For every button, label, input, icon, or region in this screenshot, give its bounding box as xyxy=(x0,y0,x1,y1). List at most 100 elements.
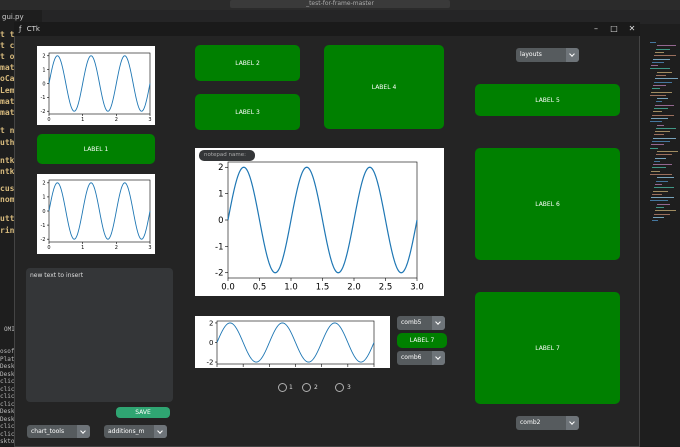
label-5: LABEL 5 xyxy=(475,84,620,116)
close-button[interactable]: ✕ xyxy=(622,22,642,36)
wide-plot-chart: 2 0 -2 xyxy=(207,319,375,367)
additions-value: additions_m xyxy=(108,428,145,435)
minimap-line xyxy=(650,42,656,43)
minimize-button[interactable]: – xyxy=(586,22,606,36)
text-box[interactable]: new text to insert xyxy=(26,268,173,402)
x-tick-label: 2 xyxy=(115,117,118,123)
minimap-line xyxy=(653,216,664,218)
comb5-value: comb5 xyxy=(401,319,422,326)
chevron-down-icon[interactable] xyxy=(566,416,579,430)
minimap-line xyxy=(657,124,664,126)
label-7: LABEL 7 xyxy=(475,292,620,404)
x-tick-label: 1.5 xyxy=(316,283,330,293)
minimap-line xyxy=(653,164,672,166)
maximize-button[interactable]: □ xyxy=(604,22,624,36)
x-tick-label: 3 xyxy=(148,117,151,123)
save-button[interactable]: SAVE xyxy=(116,407,170,418)
minimap-line xyxy=(656,180,668,182)
minimap-line xyxy=(652,141,670,142)
chevron-down-icon[interactable] xyxy=(566,48,579,62)
minimap-line xyxy=(652,88,660,90)
minimap-line xyxy=(651,197,674,199)
chevron-down-icon[interactable] xyxy=(154,425,167,438)
y-tick-label: 0 xyxy=(209,339,213,347)
minimap-line xyxy=(655,157,666,159)
small-plot-bottom-chart: 210-1-20 1 2 3 xyxy=(41,179,152,251)
minimap-line xyxy=(655,78,678,80)
label-1: LABEL 1 xyxy=(37,134,155,164)
minimap-line xyxy=(656,48,670,50)
minimap-line xyxy=(656,207,664,208)
wide-plot: 2 0 -2 xyxy=(195,316,390,368)
x-tick-label: 1.0 xyxy=(284,283,298,293)
comb2-combo[interactable]: comb2 xyxy=(516,416,579,430)
comb5-combo[interactable]: comb5 xyxy=(397,316,445,330)
chevron-down-icon[interactable] xyxy=(432,316,445,330)
chart-tools-value: chart_tools xyxy=(31,428,65,435)
minimap-line xyxy=(656,127,676,129)
chevron-down-icon[interactable] xyxy=(432,351,445,365)
code-line: oCa xyxy=(0,74,15,83)
minimap-line xyxy=(652,114,674,116)
sine-series-line xyxy=(216,322,375,363)
radio-1-label: 1 xyxy=(289,384,293,391)
layouts-combo[interactable]: layouts xyxy=(516,48,579,62)
minimap-line xyxy=(653,137,676,139)
minimap-line xyxy=(653,111,662,113)
minimap-line xyxy=(654,213,670,215)
x-tick-label: 2.0 xyxy=(347,283,361,293)
label-3: LABEL 3 xyxy=(195,94,300,130)
x-tick-label: 3.0 xyxy=(410,283,424,293)
minimap-line xyxy=(657,203,670,205)
comb6-combo[interactable]: comb6 xyxy=(397,351,445,365)
label-2: LABEL 2 xyxy=(195,45,300,81)
minimap-line xyxy=(655,183,662,185)
minimap-line xyxy=(652,220,658,222)
label-7-small: LABEL 7 xyxy=(397,333,447,348)
minimap-line xyxy=(657,150,678,152)
y-tick-label: 2 xyxy=(218,163,223,173)
minimap-line xyxy=(656,101,662,103)
y-tick-label: 1 xyxy=(42,67,45,73)
x-tick-label: 0 xyxy=(47,245,50,251)
code-line: t c xyxy=(0,41,15,50)
small-plot-top: 2 1 0 -1 -2 0 1 2 3 xyxy=(37,46,155,125)
sine-series-line xyxy=(48,182,151,240)
radio-2[interactable] xyxy=(302,383,311,392)
minimap-line xyxy=(652,61,664,63)
radio-3-label: 3 xyxy=(347,384,351,391)
minimap-line xyxy=(654,187,674,189)
minimap-line xyxy=(650,174,672,175)
minimap-line xyxy=(650,121,662,123)
y-tick-label: 0 xyxy=(218,216,223,226)
comb6-value: comb6 xyxy=(401,354,422,361)
radio-3[interactable] xyxy=(335,383,344,392)
ide-tab-label: gui.py xyxy=(2,13,24,21)
y-tick-label: -2 xyxy=(41,237,46,243)
radio-1[interactable] xyxy=(278,383,287,392)
additions-combo[interactable]: additions_m xyxy=(104,425,167,438)
y-tick-label: 2 xyxy=(209,319,213,327)
minimap-line xyxy=(654,81,672,83)
minimap-line xyxy=(651,65,658,67)
minimap-line xyxy=(656,75,666,76)
minimap-line xyxy=(651,91,672,93)
x-tick-label: 2.5 xyxy=(379,283,393,293)
minimap-line xyxy=(651,170,660,172)
y-tick-label: -2 xyxy=(207,358,214,366)
y-tick-label: -1 xyxy=(41,223,46,229)
minimap-line xyxy=(651,117,668,119)
chevron-down-icon[interactable] xyxy=(77,425,90,438)
chart-tools-combo[interactable]: chart_tools xyxy=(27,425,90,438)
minimap-line xyxy=(657,98,668,100)
y-tick-label: 0 xyxy=(42,209,45,215)
x-tick-label: 2 xyxy=(115,245,118,251)
minimap-line xyxy=(655,51,664,53)
window-titlebar: ƒ CTk xyxy=(14,22,640,36)
sine-series-line xyxy=(48,55,151,112)
minimap-line xyxy=(654,55,676,57)
ide-command-center[interactable]: _test-for-frame-master xyxy=(230,0,450,8)
notepad-name-entry[interactable]: notepad name: xyxy=(199,150,255,161)
y-tick-label: -2 xyxy=(215,269,223,279)
sine-series-line xyxy=(227,166,418,274)
